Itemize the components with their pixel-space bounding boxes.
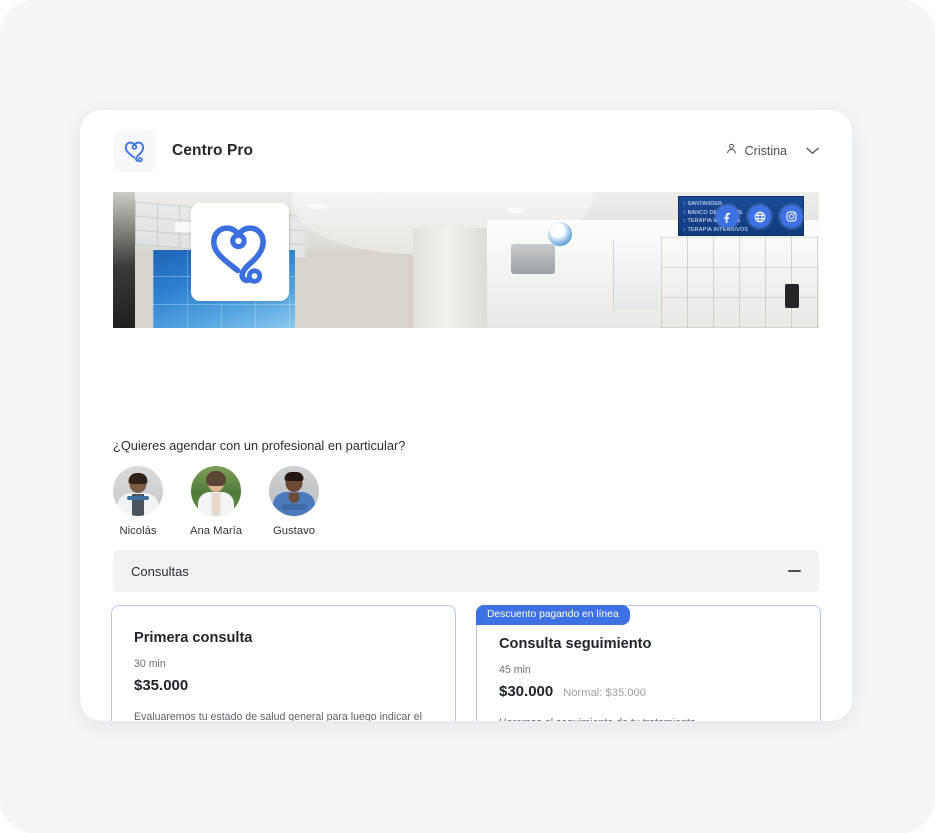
professional-name: Nicolás <box>119 525 157 537</box>
professional-item[interactable]: Ana María <box>189 466 243 537</box>
section-title: Consultas <box>131 563 189 579</box>
page-background: Centro Pro Cristina ↑ SANTANDER ↑ BANCO … <box>0 0 935 833</box>
website-globe-icon[interactable] <box>748 205 771 228</box>
brand-name: Centro Pro <box>172 142 254 159</box>
user-name: Cristina <box>744 144 787 158</box>
professional-name: Gustavo <box>272 525 316 537</box>
person-icon <box>725 142 738 160</box>
services-list: Primera consulta 30 min $35.000 Evaluare… <box>111 605 821 721</box>
service-title: Primera consulta <box>134 630 253 646</box>
professional-item[interactable]: Gustavo <box>269 466 319 537</box>
service-title: Consulta seguimiento <box>499 636 652 652</box>
avatar-ana-maria <box>191 466 241 516</box>
minus-icon[interactable] <box>788 570 801 572</box>
avatar-nicolas <box>113 466 163 516</box>
service-description: Evaluaremos tu estado de salud general p… <box>134 711 422 721</box>
discount-badge: Descuento pagando en línea <box>476 605 630 625</box>
app-window: Centro Pro Cristina ↑ SANTANDER ↑ BANCO … <box>80 110 852 721</box>
service-price: $30.000 <box>499 683 554 700</box>
service-price-line: $30.000 Normal: $35.000 <box>499 683 798 700</box>
hero-logo-tile <box>191 203 289 301</box>
service-price-line: $35.000 <box>134 677 433 694</box>
brand: Centro Pro <box>114 130 253 172</box>
user-menu[interactable]: Cristina <box>725 142 819 160</box>
stethoscope-heart-logo-icon <box>211 225 266 284</box>
service-card: Primera consulta 30 min $35.000 Evaluare… <box>111 605 456 721</box>
chevron-down-icon[interactable] <box>806 142 819 160</box>
app-header: Centro Pro Cristina <box>80 110 852 192</box>
consultas-section-header[interactable]: Consultas <box>113 550 819 592</box>
service-duration: 30 min <box>134 658 166 670</box>
stethoscope-heart-logo-icon <box>114 130 156 172</box>
service-price: $35.000 <box>134 677 189 694</box>
service-duration: 45 min <box>499 664 531 676</box>
instagram-icon[interactable] <box>780 205 803 228</box>
professional-item[interactable]: Nicolás <box>113 466 163 537</box>
avatar-gustavo <box>269 466 319 516</box>
social-links <box>716 205 803 228</box>
service-original-price: Normal: $35.000 <box>563 687 646 699</box>
service-description: Haremos el seguimiento de tu tratamiento <box>499 716 789 721</box>
professional-name: Ana María <box>189 525 243 537</box>
facebook-icon[interactable] <box>716 205 739 228</box>
professionals-question: ¿Quieres agendar con un profesional en p… <box>113 438 406 453</box>
service-card: Descuento pagando en línea Consulta segu… <box>476 605 821 721</box>
professionals-list: Nicolás Ana María Gustavo <box>113 466 319 537</box>
